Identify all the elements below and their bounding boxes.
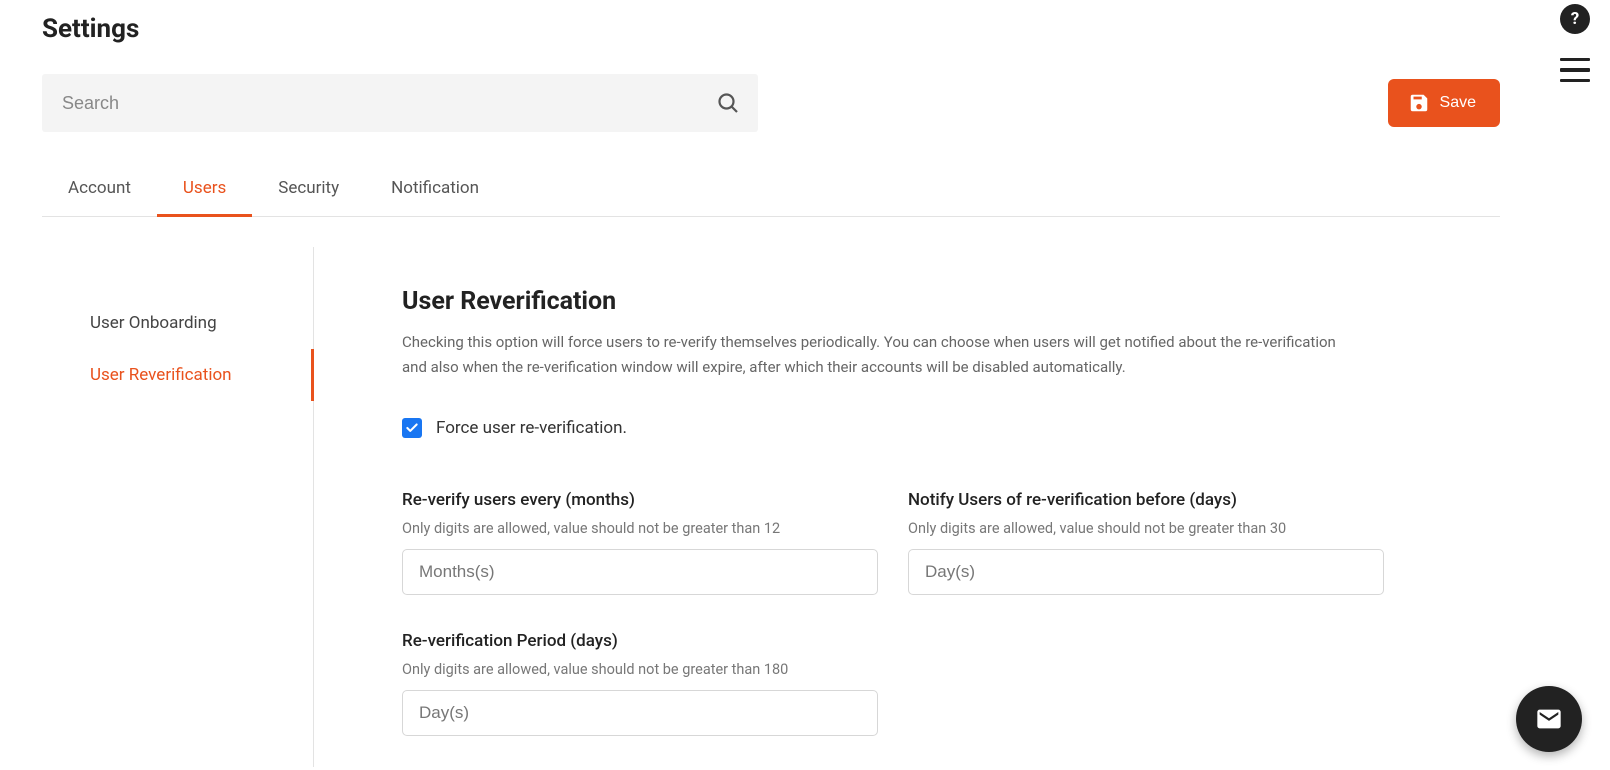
- search-box[interactable]: [42, 74, 758, 132]
- notify-before-input[interactable]: [908, 549, 1384, 595]
- search-icon: [716, 91, 740, 115]
- tab-security[interactable]: Security: [252, 164, 365, 217]
- save-button[interactable]: Save: [1388, 79, 1500, 127]
- field-reverify-every: Re-verify users every (months) Only digi…: [402, 490, 878, 595]
- force-reverification-checkbox[interactable]: [402, 418, 422, 438]
- field-label: Re-verify users every (months): [402, 490, 878, 510]
- contact-mail-button[interactable]: [1516, 686, 1582, 752]
- tab-account[interactable]: Account: [42, 164, 157, 217]
- tabs: Account Users Security Notification: [42, 164, 1500, 217]
- field-hint: Only digits are allowed, value should no…: [908, 520, 1384, 537]
- field-hint: Only digits are allowed, value should no…: [402, 661, 878, 678]
- mail-icon: [1535, 705, 1563, 733]
- sidebar: User Onboarding User Reverification: [42, 247, 314, 767]
- tab-users[interactable]: Users: [157, 164, 252, 217]
- hamburger-icon: [1560, 68, 1590, 71]
- reverify-every-input[interactable]: [402, 549, 878, 595]
- help-icon: ?: [1571, 9, 1579, 29]
- force-reverification-label: Force user re-verification.: [436, 418, 627, 438]
- hamburger-menu-button[interactable]: [1560, 58, 1590, 82]
- field-reverify-period: Re-verification Period (days) Only digit…: [402, 631, 878, 736]
- hamburger-icon: [1560, 79, 1590, 82]
- search-input[interactable]: [42, 74, 716, 132]
- help-button[interactable]: ?: [1560, 4, 1590, 34]
- field-hint: Only digits are allowed, value should no…: [402, 520, 878, 537]
- main-panel: User Reverification Checking this option…: [314, 247, 1394, 767]
- section-title: User Reverification: [402, 287, 1394, 316]
- hamburger-icon: [1560, 58, 1590, 61]
- field-label: Re-verification Period (days): [402, 631, 878, 651]
- tab-notification[interactable]: Notification: [365, 164, 505, 217]
- check-icon: [405, 421, 419, 435]
- field-label: Notify Users of re-verification before (…: [908, 490, 1384, 510]
- sidebar-item-user-reverification[interactable]: User Reverification: [42, 349, 314, 401]
- sidebar-item-user-onboarding[interactable]: User Onboarding: [42, 297, 314, 349]
- reverify-period-input[interactable]: [402, 690, 878, 736]
- save-button-label: Save: [1440, 94, 1476, 112]
- field-notify-before: Notify Users of re-verification before (…: [908, 490, 1384, 595]
- page-title: Settings: [42, 14, 1500, 44]
- save-icon: [1408, 92, 1430, 114]
- section-description: Checking this option will force users to…: [402, 330, 1362, 380]
